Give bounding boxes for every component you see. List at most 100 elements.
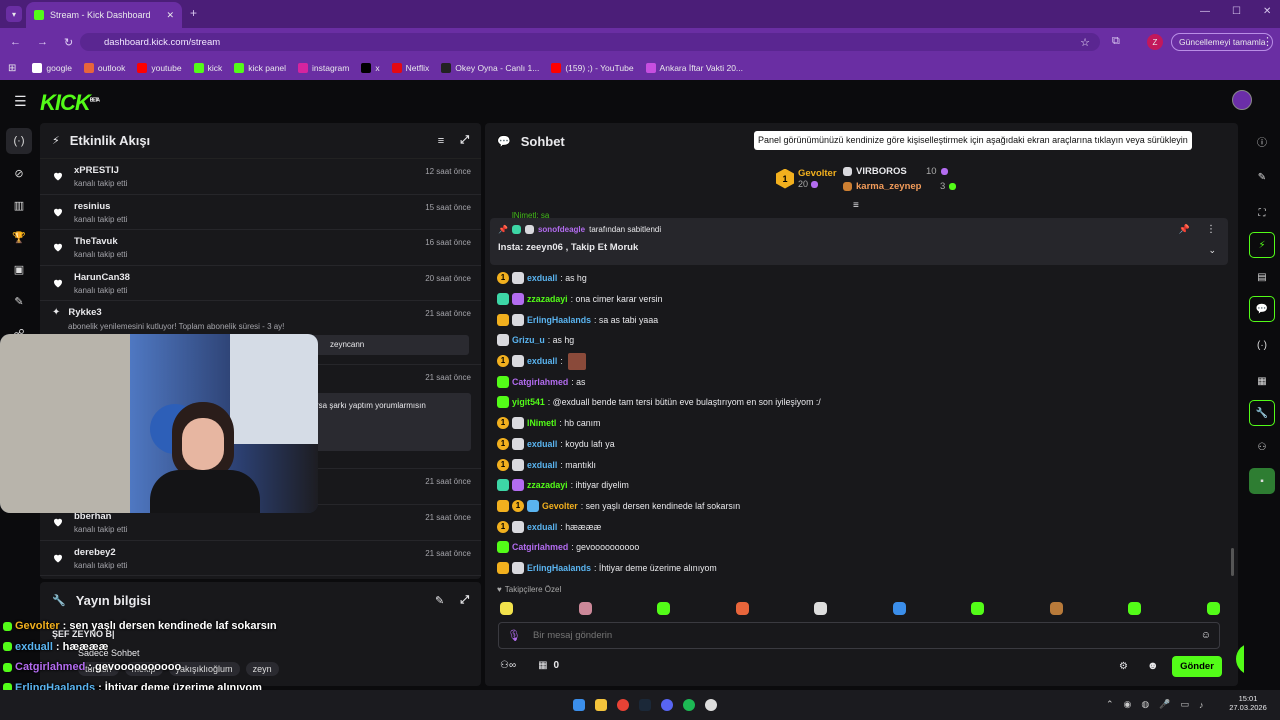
chat-username[interactable]: zzazadayi xyxy=(527,294,568,304)
chat-message[interactable]: yigit541: @exduall bende tam tersi bütün… xyxy=(485,392,1230,413)
tray-volume-icon[interactable]: ♪ xyxy=(1199,700,1204,710)
emote-icon[interactable] xyxy=(814,602,828,615)
popout-icon[interactable]: ⤢ xyxy=(460,134,469,147)
unpin-icon[interactable]: 📌 xyxy=(1179,224,1190,235)
bookmark-item[interactable]: youtube xyxy=(137,63,182,73)
tray-chevron-icon[interactable]: ⌃ xyxy=(1106,699,1114,710)
chat-message[interactable]: zzazadayi: ona cimer karar versin xyxy=(485,289,1230,310)
users-infinity-icon[interactable]: ⚇∞ xyxy=(500,660,516,671)
chat-input[interactable] xyxy=(532,630,1189,641)
app-tool-icon[interactable]: ▪ xyxy=(1249,468,1275,494)
chat-username[interactable]: exduall xyxy=(527,356,557,366)
emote-icon[interactable] xyxy=(657,602,671,615)
reload-icon[interactable]: ↻ xyxy=(64,36,73,49)
chat-username[interactable]: exduall xyxy=(527,522,557,532)
nav-tools-icon[interactable]: ✎ xyxy=(6,288,32,314)
nav-trophy-icon[interactable]: 🏆 xyxy=(6,224,32,250)
user-avatar[interactable] xyxy=(1232,90,1252,110)
bookmark-item[interactable]: Netflix xyxy=(391,63,429,73)
microphone-icon[interactable]: 🎙 xyxy=(507,629,521,642)
chat-message[interactable]: 1 exduall: hææææ xyxy=(485,516,1230,537)
pencil-icon[interactable]: ✎ xyxy=(1249,164,1275,190)
close-window-icon[interactable]: ✕ xyxy=(1263,6,1271,17)
bookmark-item[interactable]: (159) ;) - YouTube xyxy=(551,63,634,73)
apps-grid-icon[interactable]: ⊞ xyxy=(8,63,16,74)
chat-message[interactable]: 1 Gevolter: sen yaşlı dersen kendinede la… xyxy=(485,496,1230,517)
minimize-icon[interactable]: — xyxy=(1200,6,1210,17)
popout-icon[interactable]: ⤢ xyxy=(460,594,469,607)
nav-stream-icon[interactable]: (·) xyxy=(6,128,32,154)
chat-message[interactable]: Grizu_u: as hg xyxy=(485,330,1230,351)
chat-username[interactable]: zzazadayi xyxy=(527,480,568,490)
pinned-expand-icon[interactable]: ⌄ xyxy=(1208,245,1216,256)
browser-menu-icon[interactable]: ⋮ xyxy=(1262,35,1273,48)
maximize-icon[interactable]: ☐ xyxy=(1232,6,1241,17)
chat-input-box[interactable]: 🎙 ☺ xyxy=(498,622,1220,649)
chat-username[interactable]: exduall xyxy=(527,460,557,470)
tray-discord-icon[interactable]: ◉ xyxy=(1124,699,1132,710)
bookmark-item[interactable]: google xyxy=(32,63,72,73)
spotify-icon[interactable] xyxy=(683,699,695,711)
emote-icon[interactable] xyxy=(500,602,513,615)
emoji-icon[interactable]: ☺ xyxy=(1201,630,1211,641)
chat-settings-icon[interactable]: ⚙ xyxy=(1119,661,1128,672)
back-icon[interactable]: ← xyxy=(10,36,21,49)
info-icon[interactable]: ⓘ xyxy=(1249,128,1275,154)
chat-username[interactable]: Grizu_u xyxy=(512,335,545,345)
bookmark-item[interactable]: kick xyxy=(193,63,222,73)
emote-icon[interactable] xyxy=(578,602,592,615)
emote-icon[interactable] xyxy=(971,602,985,615)
chat-message[interactable]: zzazadayi: ihtiyar diyelim xyxy=(485,475,1230,496)
new-tab-icon[interactable]: + xyxy=(190,6,197,20)
bookmark-item[interactable]: x xyxy=(361,63,380,73)
bookmark-item[interactable]: kick panel xyxy=(234,63,286,73)
tray-steam-icon[interactable]: ◍ xyxy=(1141,699,1149,710)
emote-icon[interactable] xyxy=(1206,602,1220,615)
settings-tool-icon[interactable]: 🔧 xyxy=(1249,400,1275,426)
nav-link-icon[interactable]: ⊘ xyxy=(6,160,32,186)
tray-mic-icon[interactable]: 🎤 xyxy=(1159,699,1170,710)
chat-tool-icon[interactable]: 💬 xyxy=(1249,296,1275,322)
bookmark-item[interactable]: Ankara İftar Vakti 20... xyxy=(645,63,743,73)
bookmark-item[interactable]: instagram xyxy=(298,63,349,73)
update-button[interactable]: Güncellemeyi tamamla xyxy=(1171,33,1274,51)
chat-username[interactable]: lNimetl xyxy=(527,418,556,428)
tab-close-icon[interactable]: ✕ xyxy=(166,10,174,21)
explorer-icon[interactable] xyxy=(595,699,607,711)
forward-icon[interactable]: → xyxy=(37,36,48,49)
obs-icon[interactable] xyxy=(705,699,717,711)
chat-message[interactable]: 1 exduall: koydu lafı ya xyxy=(485,434,1230,455)
hamburger-menu-icon[interactable]: ☰ xyxy=(14,93,27,110)
chat-username[interactable]: exduall xyxy=(527,273,557,283)
start-icon[interactable] xyxy=(573,699,585,711)
bookmark-item[interactable]: outlook xyxy=(83,63,125,73)
filter-icon[interactable]: ≡ xyxy=(438,135,444,147)
chat-message[interactable]: Catgirlahmed: as xyxy=(485,371,1230,392)
chat-message[interactable]: 1 lNimetl: hb canım xyxy=(485,413,1230,434)
discord-icon[interactable] xyxy=(661,699,673,711)
chat-username[interactable]: ErlingHaalands xyxy=(527,563,591,573)
chat-username[interactable]: yigit541 xyxy=(512,397,545,407)
pinned-more-icon[interactable]: ⋮ xyxy=(1206,224,1216,235)
chrome-icon[interactable] xyxy=(617,699,629,711)
chat-message[interactable]: ErlingHaalands: sa as tabi yaaa xyxy=(485,309,1230,330)
tray-network-icon[interactable]: ▭ xyxy=(1180,699,1189,710)
bookmark-star-icon[interactable]: ☆ xyxy=(1080,36,1090,49)
chat-scrollbar[interactable] xyxy=(1231,548,1234,576)
kick-logo[interactable]: KICKBETA xyxy=(40,90,100,116)
chest-icon[interactable]: ▦ xyxy=(538,660,547,671)
community-tool-icon[interactable]: ⚇ xyxy=(1249,434,1275,460)
steam-icon[interactable] xyxy=(639,699,651,711)
tab-search-icon[interactable]: ▾ xyxy=(6,6,22,22)
chat-username[interactable]: Catgirlahmed xyxy=(512,377,568,387)
profile-avatar[interactable]: Z xyxy=(1147,34,1163,50)
emote-icon[interactable] xyxy=(1128,602,1142,615)
clock[interactable]: 15:01 27.03.2026 xyxy=(1228,694,1268,712)
emote-icon[interactable] xyxy=(1049,602,1063,615)
nav-video-icon[interactable]: ▣ xyxy=(6,256,32,282)
chat-message[interactable]: ErlingHaalands: İhtiyar deme üzerime alı… xyxy=(485,558,1230,579)
chat-message[interactable]: 1 exduall: mantıklı xyxy=(485,454,1230,475)
activity-tool-icon[interactable]: ⚡ xyxy=(1249,232,1275,258)
stack-tool-icon[interactable]: ▦ xyxy=(1249,368,1275,394)
chat-username[interactable]: Catgirlahmed xyxy=(512,542,568,552)
